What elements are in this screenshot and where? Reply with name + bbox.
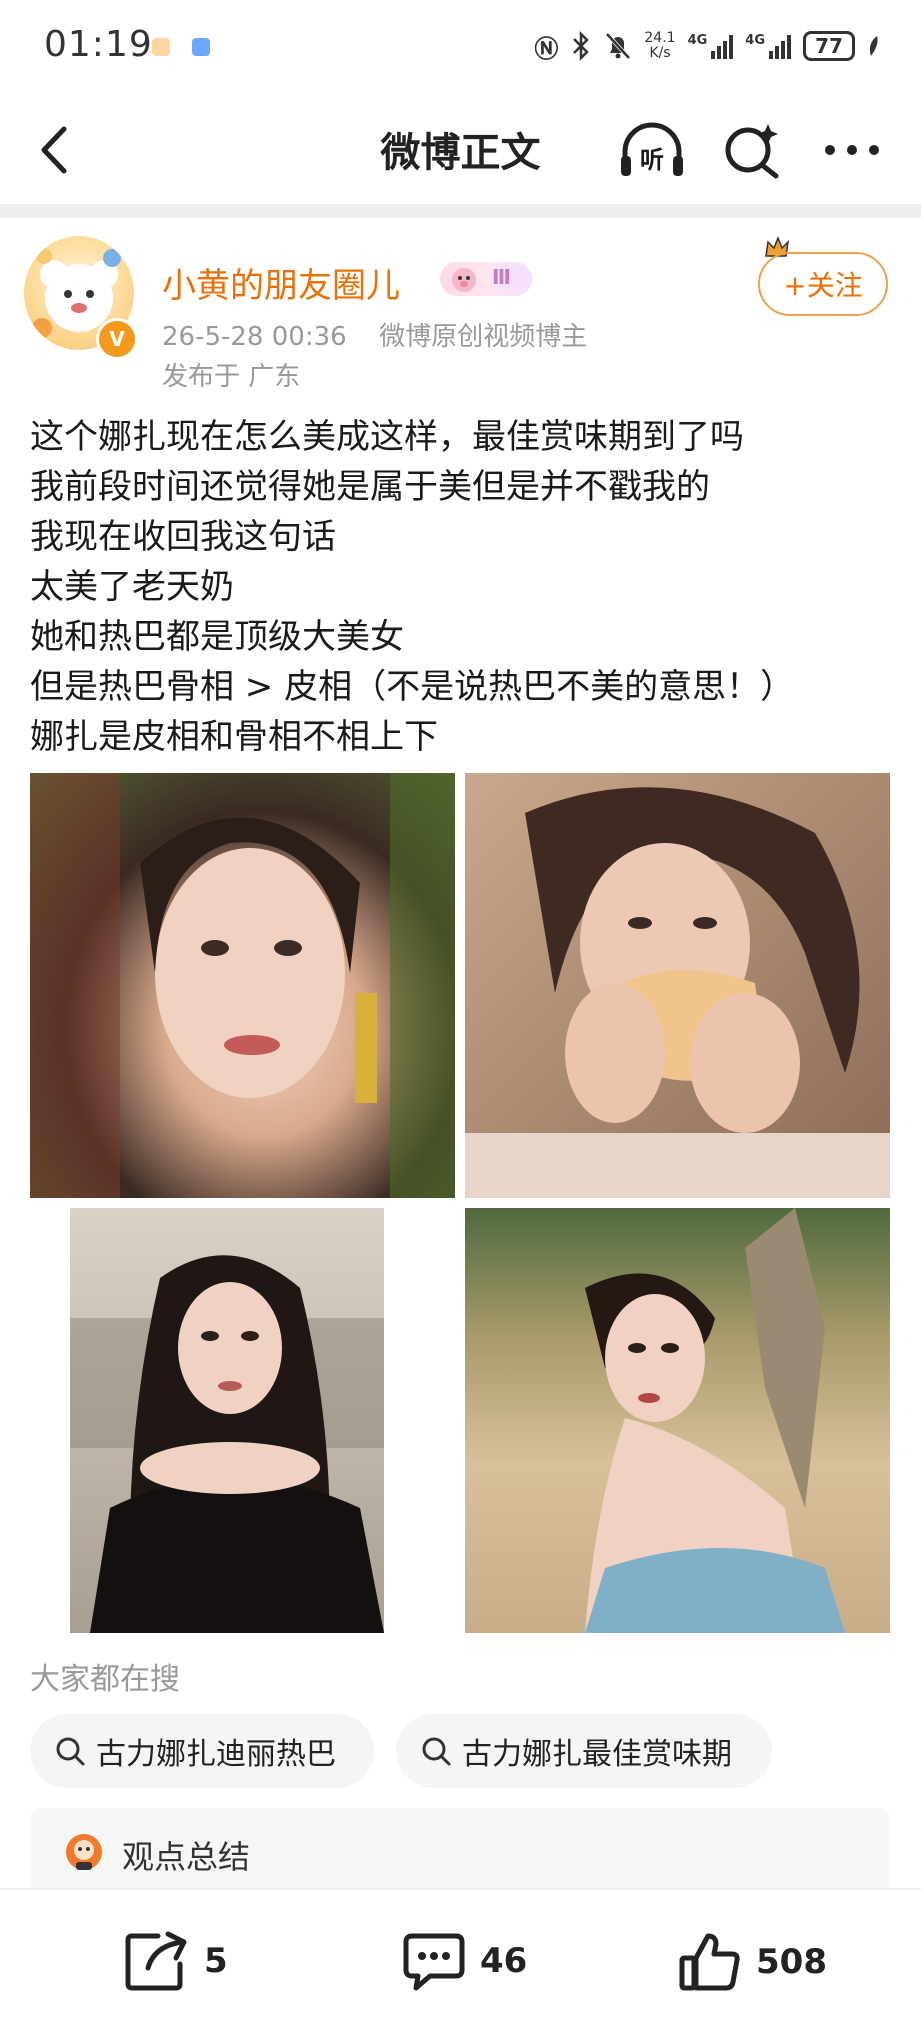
signal-icon-1: 4G xyxy=(688,33,734,59)
post-text-line: 太美了老天奶 xyxy=(30,567,234,607)
post-photo-4[interactable] xyxy=(465,1208,890,1633)
nfc-icon: Ⓝ xyxy=(534,34,559,63)
nav-bar: 微博正文 听 xyxy=(0,92,921,204)
signal-icon-2: 4G xyxy=(745,33,791,59)
post-photo-2[interactable] xyxy=(465,773,890,1198)
follow-button[interactable]: +关注 xyxy=(758,252,888,316)
post-text-line: 她和热巴都是顶级大美女 xyxy=(30,617,404,657)
verified-badge-icon: V xyxy=(96,318,138,360)
share-count: 5 xyxy=(204,1941,228,1981)
search-chip-label: 古力娜扎最佳赏味期 xyxy=(462,1737,732,1772)
comment-button[interactable]: 46 xyxy=(402,1930,527,1992)
charging-leaf-icon xyxy=(869,36,878,56)
badge-level-text: Ⅲ xyxy=(492,265,511,289)
portrait-photo-4 xyxy=(585,1208,845,1633)
ai-assistant-icon xyxy=(66,1834,102,1870)
portrait-photo-3 xyxy=(70,1255,384,1633)
post-photo-3[interactable] xyxy=(70,1208,384,1633)
thumbs-up-icon xyxy=(679,1933,740,1991)
net-speed-unit: K/s xyxy=(649,45,671,61)
member-level-badge: Ⅲ xyxy=(440,262,532,296)
net-speed-value: 24.1 xyxy=(644,30,676,46)
post-text-line: 娜扎是皮相和骨相不相上下 xyxy=(30,717,438,757)
post-body: 这个娜扎现在怎么美成这样，最佳赏味期到了吗 我前段时间还觉得她是属于美但是并不戳… xyxy=(30,412,900,762)
status-bar: 01:19 Ⓝ 24.1 K/s 4G 4G 77 xyxy=(0,0,921,92)
author-tag: 微博原创视频博主 xyxy=(379,322,588,352)
portrait-photo-2 xyxy=(465,787,890,1198)
post-text-line: 我前段时间还觉得她是属于美但是并不戳我的 xyxy=(30,467,710,507)
search-chip-2[interactable]: 古力娜扎最佳赏味期 xyxy=(396,1714,772,1788)
battery-icon: 77 xyxy=(803,31,855,61)
search-chip-1[interactable]: 古力娜扎迪丽热巴 xyxy=(30,1714,374,1788)
post-photo-1[interactable] xyxy=(30,773,455,1198)
mute-bell-icon xyxy=(605,32,631,60)
signal-label-2: 4G xyxy=(745,33,765,48)
post-text-line: 我现在收回我这句话 xyxy=(30,517,336,557)
app-notification-icon xyxy=(192,38,210,56)
search-button[interactable] xyxy=(720,118,784,182)
bluetooth-icon xyxy=(573,31,590,61)
search-sparkle-icon xyxy=(725,124,779,179)
post-text-line: 但是热巴骨相 > 皮相（不是说热巴不美的意思！） xyxy=(30,667,795,707)
search-chip-label: 古力娜扎迪丽热巴 xyxy=(96,1737,336,1772)
post-timestamp: 26-5-28 00:36 xyxy=(162,322,347,352)
opinion-summary-label: 观点总结 xyxy=(122,1838,251,1876)
like-count: 508 xyxy=(756,1942,827,1982)
pig-badge-icon xyxy=(452,268,476,292)
action-bar: 5 46 508 xyxy=(0,1888,921,2027)
share-button[interactable]: 5 xyxy=(124,1930,228,1992)
post-text-line: 这个娜扎现在怎么美成这样，最佳赏味期到了吗 xyxy=(30,417,744,457)
comment-icon xyxy=(403,1933,465,1991)
more-dots-icon xyxy=(825,145,879,155)
like-button[interactable]: 508 xyxy=(678,1930,827,1994)
post-meta: 26-5-28 00:36 微博原创视频博主 xyxy=(162,316,587,353)
trending-search-title: 大家都在搜 xyxy=(30,1662,180,1697)
status-indicators: Ⓝ 24.1 K/s 4G 4G 77 xyxy=(534,26,881,66)
post-location: 发布于 广东 xyxy=(162,362,301,392)
section-divider xyxy=(0,204,921,218)
portrait-photo-1 xyxy=(30,773,455,1198)
share-icon xyxy=(125,1931,187,1991)
comment-count: 46 xyxy=(480,1941,528,1981)
opinion-summary-card[interactable]: 观点总结 xyxy=(30,1808,890,1898)
more-button[interactable] xyxy=(820,118,884,182)
search-icon xyxy=(422,1737,451,1766)
status-time: 01:19 xyxy=(44,24,153,65)
signal-label-1: 4G xyxy=(687,33,708,48)
listen-button[interactable]: 听 xyxy=(616,118,688,182)
listen-label: 听 xyxy=(640,146,664,174)
search-icon xyxy=(56,1737,85,1766)
weibo-notification-icon xyxy=(152,38,170,56)
author-name[interactable]: 小黄的朋友圈儿 xyxy=(162,258,400,307)
net-speed: 24.1 K/s xyxy=(644,31,675,61)
